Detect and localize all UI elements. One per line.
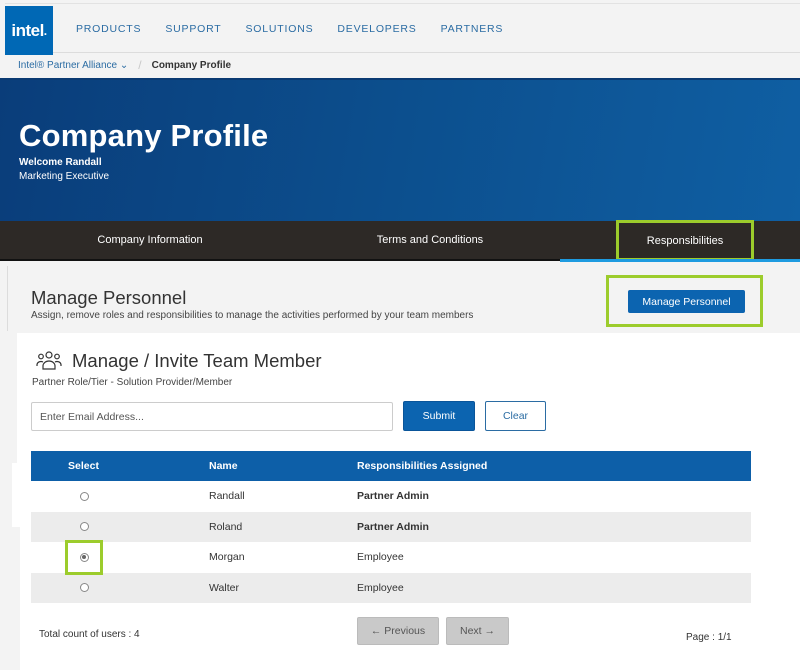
breadcrumb-current: Company Profile bbox=[151, 59, 232, 71]
member-responsibility: Partner Admin bbox=[357, 490, 429, 503]
member-responsibility: Employee bbox=[341, 572, 751, 603]
select-cell bbox=[31, 572, 191, 603]
previous-page-button[interactable]: ← Previous bbox=[357, 617, 439, 645]
next-page-button[interactable]: Next → bbox=[446, 617, 509, 645]
table-row: Walter Employee bbox=[31, 572, 751, 603]
main-nav: PRODUCTS SUPPORT SOLUTIONS DEVELOPERS PA… bbox=[76, 4, 527, 54]
partner-tier: Partner Role/Tier - Solution Provider/Me… bbox=[32, 377, 233, 388]
tab-terms-and-conditions[interactable]: Terms and Conditions bbox=[300, 221, 560, 259]
team-title-text: Manage / Invite Team Member bbox=[72, 350, 322, 371]
member-name: Roland bbox=[191, 511, 341, 542]
total-users-count: Total count of users : 4 bbox=[39, 629, 140, 640]
select-radio[interactable] bbox=[79, 583, 89, 593]
email-input[interactable] bbox=[31, 402, 393, 431]
table-row: Roland Partner Admin bbox=[31, 511, 751, 542]
welcome-text: Welcome Randall bbox=[19, 157, 102, 168]
member-name: Randall bbox=[209, 490, 245, 503]
logo-text: intel bbox=[11, 20, 44, 40]
nav-support[interactable]: SUPPORT bbox=[165, 23, 221, 35]
breadcrumb: Intel® Partner Alliance ⌄ / Company Prof… bbox=[18, 58, 231, 72]
section-title: Manage Personnel bbox=[31, 287, 187, 308]
member-name: Morgan bbox=[209, 551, 245, 564]
clear-button[interactable]: Clear bbox=[485, 401, 546, 431]
select-cell bbox=[31, 481, 191, 512]
member-responsibility: Partner Admin bbox=[341, 511, 751, 542]
select-radio[interactable] bbox=[79, 491, 89, 501]
page-gutter bbox=[0, 527, 20, 670]
submit-button[interactable]: Submit bbox=[403, 401, 475, 431]
highlight-frame bbox=[65, 540, 103, 575]
top-navigation-bar: intel. PRODUCTS SUPPORT SOLUTIONS DEVELO… bbox=[5, 3, 800, 55]
nav-solutions[interactable]: SOLUTIONS bbox=[246, 23, 314, 35]
profile-tabs: Company Information Terms and Conditions… bbox=[0, 220, 800, 261]
page-title: Company Profile bbox=[19, 118, 269, 153]
table-header-row: Select Name Responsibilities Assigned bbox=[31, 451, 751, 481]
team-section-title: Manage / Invite Team Member bbox=[36, 350, 322, 372]
page-indicator: Page : 1/1 bbox=[686, 632, 732, 643]
nav-partners[interactable]: PARTNERS bbox=[441, 23, 504, 35]
select-radio[interactable] bbox=[79, 522, 89, 532]
user-role: Marketing Executive bbox=[19, 171, 110, 182]
tab-company-information[interactable]: Company Information bbox=[0, 221, 300, 259]
nav-products[interactable]: PRODUCTS bbox=[76, 23, 141, 35]
active-tab-indicator bbox=[560, 259, 800, 262]
hero-banner: Company Profile Welcome Randall Marketin… bbox=[0, 78, 800, 221]
select-cell bbox=[31, 511, 191, 542]
team-members-table: Select Name Responsibilities Assigned Ra… bbox=[31, 451, 751, 603]
nav-developers[interactable]: DEVELOPERS bbox=[337, 23, 416, 35]
tab-responsibilities[interactable]: Responsibilities bbox=[616, 220, 754, 261]
card-edge bbox=[12, 463, 20, 527]
breadcrumb-partner-alliance[interactable]: Intel® Partner Alliance ⌄ bbox=[18, 60, 128, 71]
column-header-responsibilities: Responsibilities Assigned bbox=[341, 451, 751, 481]
member-name: Walter bbox=[191, 572, 341, 603]
column-header-select: Select bbox=[31, 451, 191, 481]
column-header-name: Name bbox=[191, 451, 341, 481]
manage-personnel-button[interactable]: Manage Personnel bbox=[628, 290, 745, 313]
people-group-icon bbox=[36, 351, 62, 370]
intel-logo[interactable]: intel. bbox=[5, 6, 53, 55]
section-description: Assign, remove roles and responsibilitie… bbox=[31, 310, 474, 321]
member-responsibility: Employee bbox=[357, 551, 404, 564]
table-row: Randall Partner Admin bbox=[31, 481, 751, 512]
table-row: Morgan Employee bbox=[31, 542, 751, 573]
select-cell bbox=[31, 542, 191, 573]
breadcrumb-separator: / bbox=[138, 58, 142, 72]
